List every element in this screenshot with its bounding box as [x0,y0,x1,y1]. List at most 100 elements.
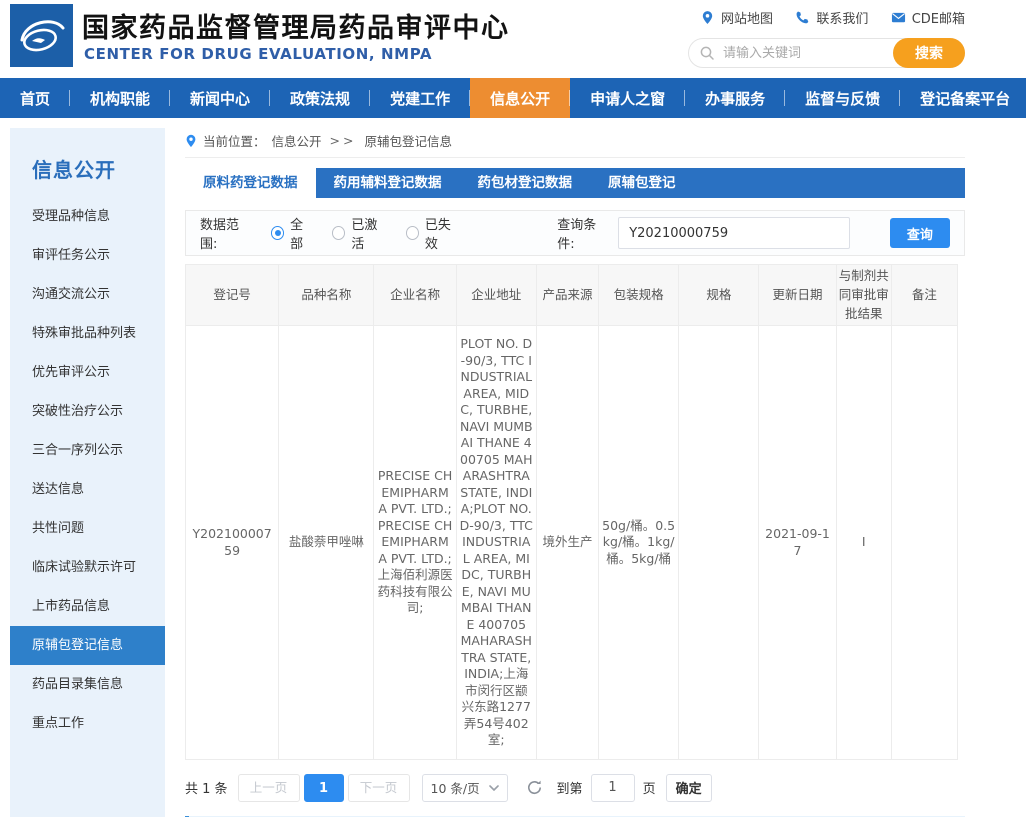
page-size-value: 10 条/页 [431,778,480,797]
sidebar-item-excipient-registration[interactable]: 原辅包登记信息 [10,626,165,665]
pagination-total: 共 1 条 [185,778,228,797]
col-update-date: 更新日期 [759,265,836,326]
nav-item-applicant[interactable]: 申请人之窗 [570,78,685,118]
page-size-select[interactable]: 10 条/页 [422,774,508,802]
radio-option-expired[interactable]: 已失效 [406,214,461,252]
nav-item-policy[interactable]: 政策法规 [270,78,370,118]
cell-registration-no: Y20210000759 [186,326,279,760]
mail-link[interactable]: CDE邮箱 [891,8,965,27]
col-product-source: 产品来源 [536,265,598,326]
search-icon [699,45,715,61]
cde-logo[interactable] [10,4,73,67]
col-packaging-spec: 包装规格 [599,265,679,326]
site-title-cn: 国家药品监督管理局药品审评中心 [82,6,510,45]
query-button[interactable]: 查询 [890,218,950,248]
radio-option-active[interactable]: 已激活 [332,214,387,252]
mail-icon [891,10,906,25]
cell-spec [679,326,759,760]
sidebar-item-three-in-one[interactable]: 三合一序列公示 [10,431,165,470]
data-tabs: 原料药登记数据 药用辅料登记数据 药包材登记数据 原辅包登记 [185,168,965,198]
nav-item-home[interactable]: 首页 [0,78,70,118]
radio-active-label: 已激活 [351,214,387,252]
sidebar-item-clinical-trial-license[interactable]: 临床试验默示许可 [10,548,165,587]
main-nav: 首页 机构职能 新闻中心 政策法规 党建工作 信息公开 申请人之窗 办事服务 监… [0,78,1026,118]
location-pin-icon [700,10,715,25]
nav-item-supervision[interactable]: 监督与反馈 [785,78,900,118]
site-header: 国家药品监督管理局药品审评中心 CENTER FOR DRUG EVALUATI… [0,0,1026,78]
col-product-name: 品种名称 [279,265,374,326]
col-registration-no: 登记号 [186,265,279,326]
breadcrumb-label: 当前位置： [203,131,266,150]
sidebar-item-priority-review[interactable]: 优先审评公示 [10,353,165,392]
tab-excipient-data[interactable]: 药用辅料登记数据 [316,168,460,198]
cell-update-date: 2021-09-17 [759,326,836,760]
query-label: 查询条件: [557,214,610,252]
nav-item-party[interactable]: 党建工作 [370,78,470,118]
results-table: 登记号 品种名称 企业名称 企业地址 产品来源 包装规格 规格 更新日期 与制剂… [185,264,958,760]
tab-api-data[interactable]: 原料药登记数据 [185,168,316,198]
filter-bar: 数据范围: 全部 已激活 已失效 查询条件: 查询 [185,210,965,256]
sidebar-item-communication[interactable]: 沟通交流公示 [10,275,165,314]
radio-option-all[interactable]: 全部 [271,214,314,252]
sidebar-item-review-tasks[interactable]: 审评任务公示 [10,236,165,275]
next-page-button[interactable]: 下一页 [348,774,410,802]
query-input[interactable] [618,217,850,249]
nav-item-services[interactable]: 办事服务 [685,78,785,118]
goto-page-input[interactable] [591,774,635,802]
sidebar-item-breakthrough-therapy[interactable]: 突破性治疗公示 [10,392,165,431]
page: 国家药品监督管理局药品审评中心 CENTER FOR DRUG EVALUATI… [0,0,1026,817]
sidebar-item-common-issues[interactable]: 共性问题 [10,509,165,548]
pagination: 共 1 条 上一页 1 下一页 10 条/页 到第 页 确定 [185,774,965,802]
nav-item-news[interactable]: 新闻中心 [170,78,270,118]
radio-unchecked-icon [332,226,345,240]
radio-expired-label: 已失效 [425,214,461,252]
breadcrumb-pin-icon [185,134,197,148]
nav-item-registration-platform[interactable]: 登记备案平台 [900,78,1026,118]
radio-all-label: 全部 [290,214,314,252]
chevron-down-icon [489,785,499,791]
sitemap-label: 网站地图 [721,8,773,27]
refresh-icon[interactable] [526,779,543,796]
table-row: Y20210000759 盐酸萘甲唑啉 PRECISE CHEMIPHARMA … [186,326,958,760]
sidebar-item-key-work[interactable]: 重点工作 [10,704,165,743]
sidebar-item-delivery-info[interactable]: 送达信息 [10,470,165,509]
goto-confirm-button[interactable]: 确定 [666,774,712,802]
cell-company-name: PRECISE CHEMIPHARMA PVT. LTD.;PRECISE CH… [374,326,456,760]
cell-packaging-spec: 50g/桶。0.5kg/桶。1kg/桶。5kg/桶 [599,326,679,760]
scope-label: 数据范围: [200,214,253,252]
sidebar-item-marketed-drugs[interactable]: 上市药品信息 [10,587,165,626]
breadcrumb: 当前位置： 信息公开 >> 原辅包登记信息 [185,130,965,158]
mail-label: CDE邮箱 [912,8,965,27]
sidebar-item-drug-catalog[interactable]: 药品目录集信息 [10,665,165,704]
breadcrumb-separator: >> [330,133,357,148]
contact-link[interactable]: 联系我们 [795,8,868,27]
cell-company-address: PLOT NO. D-90/3, TTC INDUSTRIAL AREA, MI… [456,326,536,760]
radio-checked-icon [271,226,284,240]
cde-logo-icon [10,4,73,67]
sidebar: 信息公开 受理品种信息 审评任务公示 沟通交流公示 特殊审批品种列表 优先审评公… [10,128,165,817]
sitemap-link[interactable]: 网站地图 [700,8,773,27]
cell-remarks [891,326,957,760]
search-button[interactable]: 搜索 [893,38,965,68]
col-joint-review-result: 与制剂共同审批审批结果 [836,265,891,326]
cell-product-source: 境外生产 [536,326,598,760]
tab-registration[interactable]: 原辅包登记 [590,168,694,198]
site-title-en: CENTER FOR DRUG EVALUATION, NMPA [84,45,432,63]
site-search: 搜索 [688,38,965,68]
prev-page-button[interactable]: 上一页 [238,774,300,802]
sidebar-item-special-approval[interactable]: 特殊审批品种列表 [10,314,165,353]
nav-item-functions[interactable]: 机构职能 [70,78,170,118]
col-company-name: 企业名称 [374,265,456,326]
sidebar-item-accepted-varieties[interactable]: 受理品种信息 [10,197,165,236]
contact-label: 联系我们 [816,8,868,27]
col-company-address: 企业地址 [456,265,536,326]
breadcrumb-section[interactable]: 信息公开 [272,131,322,150]
cell-joint-review-result: I [836,326,891,760]
tab-packaging-data[interactable]: 药包材登记数据 [460,168,591,198]
cell-product-name: 盐酸萘甲唑啉 [279,326,374,760]
table-header-row: 登记号 品种名称 企业名称 企业地址 产品来源 包装规格 规格 更新日期 与制剂… [186,265,958,326]
quick-links: 网站地图 联系我们 CDE邮箱 [700,8,965,27]
goto-unit: 页 [643,778,656,797]
page-number-button[interactable]: 1 [304,774,344,802]
nav-item-info-disclosure[interactable]: 信息公开 [470,78,570,118]
